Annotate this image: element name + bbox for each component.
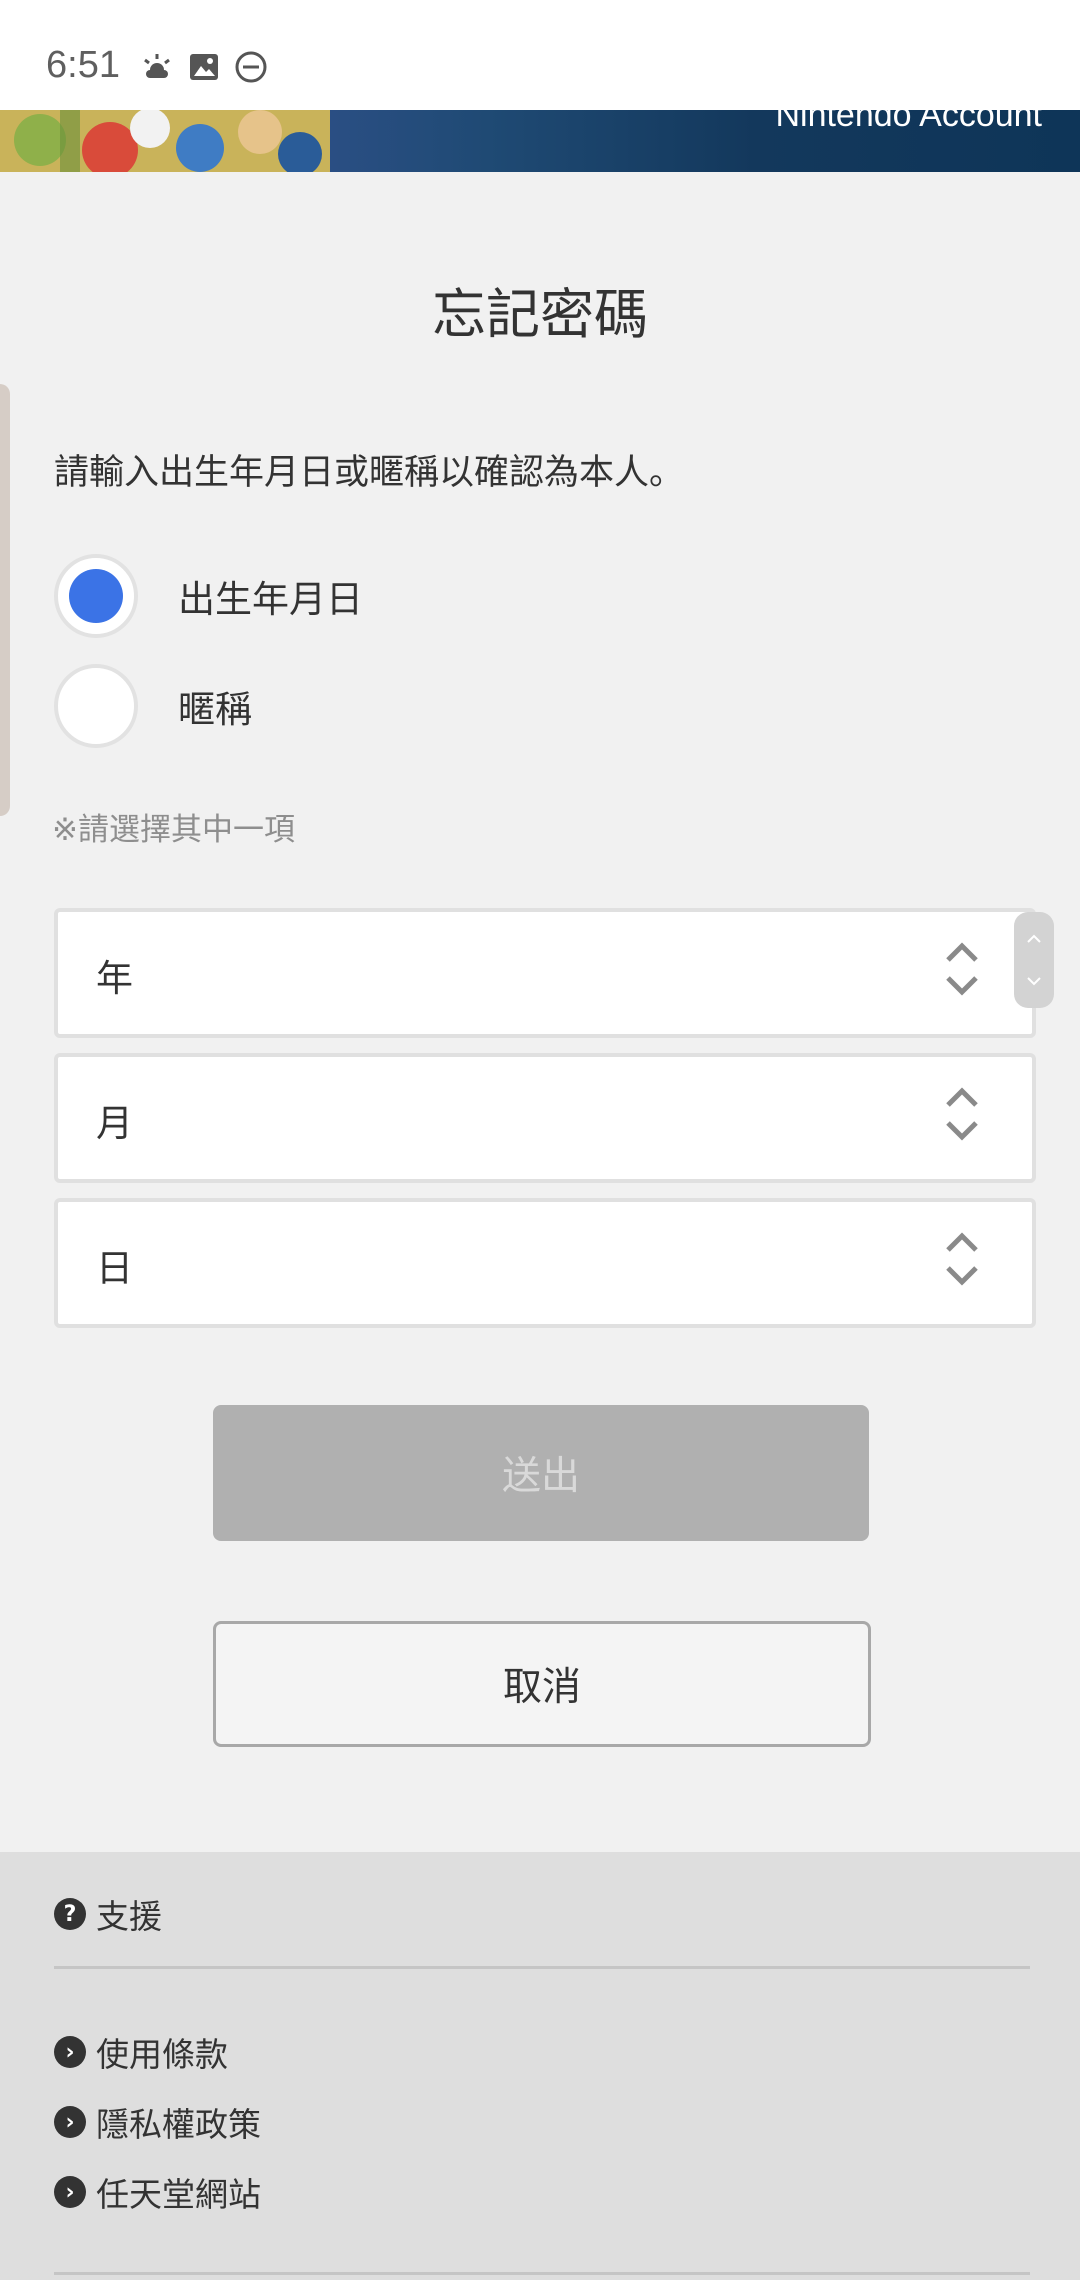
status-icons bbox=[140, 50, 268, 84]
image-icon bbox=[190, 54, 218, 80]
scrollbar-thumb[interactable] bbox=[1014, 912, 1054, 1008]
support-label: 支援 bbox=[96, 1897, 162, 1936]
chevron-up-down-icon bbox=[946, 1087, 978, 1141]
radio-label-birthdate: 出生年月日 bbox=[178, 578, 363, 621]
chevron-right-circle-icon: › bbox=[54, 2036, 86, 2068]
submit-button[interactable]: 送出 bbox=[213, 1405, 869, 1541]
weather-sunrise-icon bbox=[144, 54, 170, 78]
radio-label-nickname: 暱稱 bbox=[178, 688, 252, 731]
day-select[interactable]: 日 bbox=[54, 1198, 1036, 1328]
support-link[interactable]: ? 支援 bbox=[54, 1890, 162, 1938]
day-select-label: 日 bbox=[96, 1247, 133, 1290]
cancel-button[interactable]: 取消 bbox=[213, 1621, 871, 1747]
footer-divider-bottom bbox=[54, 2272, 1030, 2275]
do-not-disturb-icon bbox=[235, 51, 267, 83]
month-select[interactable]: 月 bbox=[54, 1053, 1036, 1183]
side-edge-tab[interactable] bbox=[0, 384, 10, 816]
chevron-right-circle-icon: › bbox=[54, 2176, 86, 2208]
nintendo-site-label: 任天堂網站 bbox=[96, 2175, 261, 2214]
status-bar: 6:51 bbox=[0, 0, 1080, 110]
radio-button-unselected[interactable] bbox=[54, 664, 138, 748]
terms-link[interactable]: › 使用條款 bbox=[54, 2028, 228, 2076]
help-circle-icon: ? bbox=[54, 1898, 86, 1930]
chevron-up-down-icon bbox=[946, 942, 978, 996]
page-title: 忘記密碼 bbox=[432, 283, 648, 346]
privacy-link[interactable]: › 隱私權政策 bbox=[54, 2098, 261, 2146]
month-select-label: 月 bbox=[96, 1102, 133, 1145]
chevron-up-down-icon bbox=[946, 1232, 978, 1286]
footer: ? 支援 › 使用條款 › 隱私權政策 › 任天堂網站 bbox=[0, 1852, 1080, 2280]
selection-note: ※請選擇其中一項 bbox=[52, 812, 295, 848]
privacy-label: 隱私權政策 bbox=[96, 2105, 261, 2144]
status-time: 6:51 bbox=[46, 44, 120, 86]
chevron-right-circle-icon: › bbox=[54, 2106, 86, 2138]
radio-button-selected[interactable] bbox=[54, 554, 138, 638]
footer-divider bbox=[54, 1966, 1030, 1969]
banner-artwork bbox=[0, 110, 330, 172]
header-banner: Nintendo Account bbox=[0, 110, 1080, 172]
year-select-label: 年 bbox=[96, 957, 133, 1000]
nintendo-site-link[interactable]: › 任天堂網站 bbox=[54, 2168, 261, 2216]
terms-label: 使用條款 bbox=[96, 2035, 228, 2074]
nintendo-account-label: Nintendo Account bbox=[775, 110, 1042, 134]
radio-option-nickname[interactable]: 暱稱 bbox=[54, 664, 252, 748]
year-select[interactable]: 年 bbox=[54, 908, 1036, 1038]
instruction-text: 請輸入出生年月日或暱稱以確認為本人。 bbox=[54, 453, 685, 493]
scroll-arrows-icon bbox=[1027, 934, 1041, 986]
radio-option-birthdate[interactable]: 出生年月日 bbox=[54, 554, 363, 638]
